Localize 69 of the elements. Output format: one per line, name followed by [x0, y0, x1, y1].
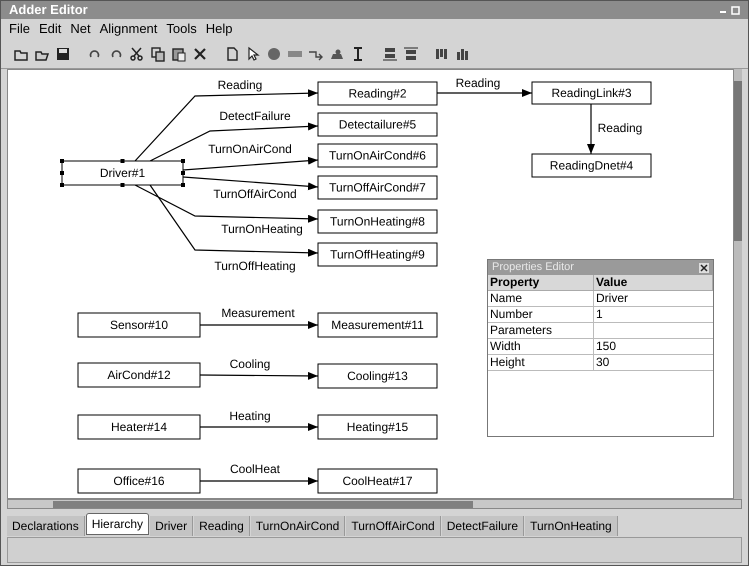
- node-box[interactable]: AirCond#12: [78, 362, 200, 388]
- property-value-cell: Driver: [594, 291, 713, 307]
- delete-icon[interactable]: [192, 46, 208, 62]
- node-box[interactable]: Office#16: [78, 468, 200, 494]
- tab[interactable]: TurnOffAirCond: [346, 516, 441, 536]
- node-box[interactable]: Detectailure#5: [318, 112, 438, 136]
- node-box[interactable]: Heating#15: [318, 414, 438, 440]
- save-icon[interactable]: [55, 46, 71, 62]
- tab[interactable]: TurnOnAirCond: [250, 516, 346, 536]
- property-name-cell: Width: [488, 339, 594, 355]
- edge-label: Reading: [218, 78, 262, 92]
- copy-icon[interactable]: [150, 46, 166, 62]
- maximize-icon[interactable]: [731, 6, 740, 14]
- node-box[interactable]: TurnOffAirCond#7: [318, 176, 438, 200]
- circle-icon[interactable]: [266, 46, 282, 62]
- node-box[interactable]: ReadingDnet#4: [532, 154, 652, 178]
- tab[interactable]: Driver: [150, 516, 194, 536]
- property-value-cell: 30: [594, 355, 713, 371]
- menu-item[interactable]: Tools: [166, 19, 197, 39]
- edge-label: Cooling: [230, 357, 270, 371]
- horizontal-scrollbar[interactable]: [7, 499, 742, 509]
- node-box[interactable]: TurnOffHeating#9: [318, 242, 438, 266]
- paste-icon[interactable]: [171, 46, 187, 62]
- node-box[interactable]: Heater#14: [78, 414, 200, 440]
- tab[interactable]: Hierarchy: [86, 513, 150, 535]
- edge-label: CoolHeat: [230, 462, 280, 476]
- edge-label: TurnOnHeating: [221, 222, 303, 236]
- align-top-icon[interactable]: [382, 46, 398, 62]
- column-header: Property: [488, 275, 594, 291]
- edge-label: Measurement: [221, 306, 295, 320]
- tab[interactable]: Reading: [194, 516, 250, 536]
- node-box[interactable]: CoolHeat#17: [318, 468, 438, 494]
- node-box[interactable]: Measurement#11: [318, 312, 438, 338]
- property-name-cell: Number: [488, 307, 594, 323]
- node-box[interactable]: Sensor#10: [78, 312, 200, 338]
- node-box[interactable]: TurnOnHeating#8: [318, 210, 438, 234]
- tab[interactable]: Declarations: [7, 516, 85, 536]
- connector-arrow: [587, 104, 595, 154]
- menu-item[interactable]: File: [9, 19, 30, 39]
- vertical-scrollbar[interactable]: [734, 69, 742, 499]
- property-value-cell: 1: [594, 307, 713, 323]
- node-box[interactable]: ReadingLink#3: [532, 82, 652, 104]
- property-name-cell: Name: [488, 291, 594, 307]
- align-bottom-icon[interactable]: [403, 46, 419, 62]
- edge-label: TurnOnAirCond: [208, 142, 292, 156]
- edge-label: TurnOffAirCond: [213, 187, 297, 201]
- menu-item[interactable]: Alignment: [100, 19, 158, 39]
- node-box[interactable]: TurnOnAirCond#6: [318, 144, 438, 168]
- tab[interactable]: TurnOnHeating: [525, 516, 618, 536]
- property-value-cell: 150: [594, 339, 713, 355]
- window-title: Adder Editor: [9, 1, 88, 20]
- edge-label: Heating: [229, 409, 271, 423]
- panel-title: Properties Editor: [492, 260, 574, 276]
- close-icon[interactable]: [699, 262, 709, 272]
- node-box[interactable]: Driver#1: [60, 159, 185, 187]
- tab[interactable]: DetectFailure: [442, 516, 524, 536]
- edge-label: Reading: [456, 76, 500, 90]
- menu-item[interactable]: Edit: [38, 19, 62, 39]
- edge-label: Reading: [598, 121, 642, 135]
- edge-label: DetectFailure: [219, 109, 291, 123]
- cut-icon[interactable]: [129, 46, 145, 62]
- menu-item[interactable]: Help: [206, 19, 233, 39]
- property-name-cell: Parameters: [488, 323, 594, 339]
- menu-item[interactable]: Net: [70, 19, 91, 39]
- node-box[interactable]: Cooling#13: [318, 364, 438, 388]
- edge-label: TurnOffHeating: [214, 259, 296, 273]
- node-box[interactable]: Reading#2: [318, 82, 438, 106]
- property-name-cell: Height: [488, 355, 594, 371]
- column-header: Value: [594, 275, 713, 291]
